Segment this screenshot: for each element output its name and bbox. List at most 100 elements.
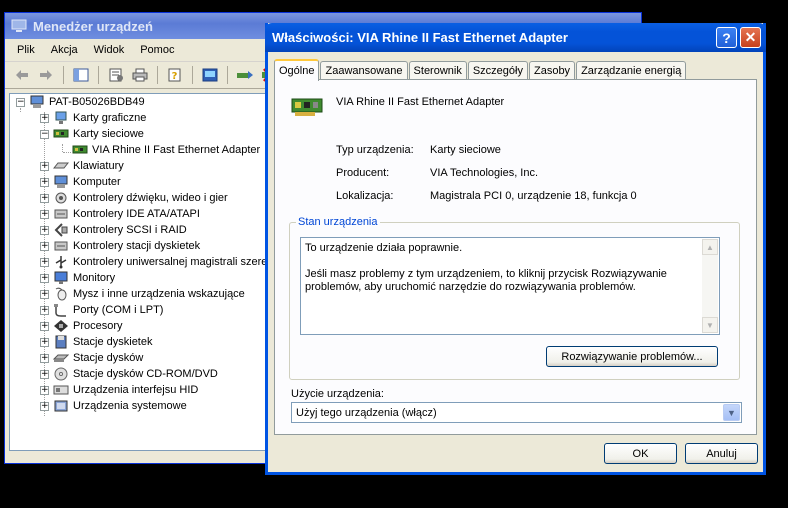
expand-toggle[interactable]: +: [40, 193, 49, 203]
tab-driver[interactable]: Sterownik: [408, 61, 467, 80]
expand-toggle[interactable]: +: [40, 305, 49, 315]
expand-toggle[interactable]: +: [40, 321, 49, 331]
properties-dialog[interactable]: Właściwości: VIA Rhine II Fast Ethernet …: [265, 23, 766, 475]
expand-toggle[interactable]: +: [40, 113, 49, 123]
toolbar-separator: [192, 66, 193, 84]
scan-hardware-button[interactable]: [199, 65, 221, 85]
scroll-up-icon[interactable]: ▲: [702, 239, 718, 255]
show-hide-tree-button[interactable]: [70, 65, 92, 85]
collapse-toggle[interactable]: −: [40, 129, 49, 139]
tree-guide-line: [63, 152, 71, 153]
update-driver-button[interactable]: [234, 65, 256, 85]
tree-item-computer[interactable]: + Komputer: [40, 174, 121, 190]
expand-toggle[interactable]: +: [40, 353, 49, 363]
tree-item-sound-controllers[interactable]: + Kontrolery dźwięku, wideo i gier: [40, 190, 228, 206]
ide-controller-icon: [54, 209, 68, 219]
back-button[interactable]: [11, 65, 33, 85]
tab-advanced[interactable]: Zaawansowane: [320, 61, 408, 80]
device-tree[interactable]: − PAT-B05026BDB49 + Karty graficzne − Ka…: [9, 93, 279, 451]
tree-item-label: Mysz i inne urządzenia wskazujące: [73, 288, 245, 300]
tree-item-system-devices[interactable]: + Urządzenia systemowe: [40, 398, 187, 414]
tree-item-scsi-controllers[interactable]: + Kontrolery SCSI i RAID: [40, 222, 187, 238]
device-type-value: Karty sieciowe: [430, 144, 501, 156]
properties-button[interactable]: [105, 65, 127, 85]
expand-toggle[interactable]: +: [40, 225, 49, 235]
expand-toggle[interactable]: +: [40, 369, 49, 379]
tree-item-display-adapters[interactable]: + Karty graficzne: [40, 110, 146, 126]
print-button[interactable]: [129, 65, 151, 85]
expand-toggle[interactable]: +: [40, 257, 49, 267]
manufacturer-label: Producent:: [336, 167, 390, 179]
tree-item-floppy-controllers[interactable]: + Kontrolery stacji dyskietek: [40, 238, 200, 254]
expand-toggle[interactable]: +: [40, 337, 49, 347]
floppy-icon: [55, 335, 67, 349]
expand-toggle[interactable]: +: [40, 385, 49, 395]
processor-icon: [54, 320, 68, 332]
menu-view[interactable]: Widok: [86, 44, 133, 56]
titlebar-close-button[interactable]: ✕: [740, 27, 761, 48]
cancel-button[interactable]: Anuluj: [685, 443, 758, 464]
location-label: Lokalizacja:: [336, 190, 394, 202]
manufacturer-value: VIA Technologies, Inc.: [430, 167, 539, 179]
device-type-label: Typ urządzenia:: [336, 144, 414, 156]
device-status-textbox[interactable]: To urządzenie działa poprawnie. Jeśli ma…: [300, 237, 720, 335]
titlebar-help-button[interactable]: ?: [716, 27, 737, 48]
tree-item-ports[interactable]: + Porty (COM i LPT): [40, 302, 163, 318]
tree-item-hid-devices[interactable]: + Urządzenia interfejsu HID: [40, 382, 198, 398]
tree-item-usb-controllers[interactable]: + Kontrolery uniwersalnej magistrali sze…: [40, 254, 274, 270]
toolbar-separator: [98, 66, 99, 84]
tree-item-disk-drives[interactable]: + Stacje dysków: [40, 350, 143, 366]
tab-resources[interactable]: Zasoby: [528, 61, 576, 80]
chevron-down-icon[interactable]: ▼: [723, 404, 740, 421]
collapse-toggle[interactable]: −: [16, 97, 25, 107]
scan-hardware-icon: [202, 68, 218, 82]
tree-item-network-adapters[interactable]: − Karty sieciowe: [40, 126, 144, 142]
tab-details[interactable]: Szczegóły: [467, 61, 528, 80]
expand-toggle[interactable]: +: [40, 273, 49, 283]
disk-icon: [53, 354, 69, 362]
tree-item-processors[interactable]: + Procesory: [40, 318, 123, 334]
tab-power-management[interactable]: Zarządzanie energią: [576, 61, 687, 80]
expand-toggle[interactable]: +: [40, 161, 49, 171]
computer-icon: [11, 19, 27, 32]
expand-toggle[interactable]: +: [40, 209, 49, 219]
troubleshoot-button[interactable]: Rozwiązywanie problemów...: [546, 346, 718, 367]
tree-item-via-rhine[interactable]: VIA Rhine II Fast Ethernet Adapter: [72, 142, 260, 158]
system-device-icon: [54, 400, 68, 412]
tree-item-ide-controllers[interactable]: + Kontrolery IDE ATA/ATAPI: [40, 206, 200, 222]
tree-item-floppy-drives[interactable]: + Stacje dyskietek: [40, 334, 152, 350]
tab-general[interactable]: Ogólne: [274, 59, 320, 81]
computer-icon: [54, 175, 68, 188]
help-button[interactable]: ?: [164, 65, 186, 85]
scroll-down-icon[interactable]: ▼: [702, 317, 718, 333]
device-usage-selected: Użyj tego urządzenia (włącz): [296, 406, 437, 419]
toolbar-separator: [157, 66, 158, 84]
tree-item-label: Stacje dysków: [73, 352, 144, 364]
tree-item-label: Procesory: [73, 320, 123, 332]
device-usage-select[interactable]: Użyj tego urządzenia (włącz) ▼: [291, 402, 742, 423]
tree-item-label: Monitory: [73, 272, 116, 284]
dialog-titlebar[interactable]: Właściwości: VIA Rhine II Fast Ethernet …: [265, 23, 766, 52]
toolbar-separator: [63, 66, 64, 84]
tree-root[interactable]: − PAT-B05026BDB49: [16, 94, 145, 110]
expand-toggle[interactable]: +: [40, 177, 49, 187]
tree-item-keyboards[interactable]: + Klawiatury: [40, 158, 124, 174]
tree-item-monitors[interactable]: + Monitory: [40, 270, 115, 286]
status-scrollbar[interactable]: ▲ ▼: [702, 239, 718, 333]
question-mark-icon: ?: [722, 29, 731, 46]
device-name: VIA Rhine II Fast Ethernet Adapter: [336, 96, 505, 108]
mouse-icon: [55, 287, 67, 301]
menu-file[interactable]: Plik: [9, 44, 43, 56]
expand-toggle[interactable]: +: [40, 289, 49, 299]
expand-toggle[interactable]: +: [40, 401, 49, 411]
back-arrow-icon: [16, 70, 28, 80]
expand-toggle[interactable]: +: [40, 241, 49, 251]
forward-button[interactable]: [35, 65, 57, 85]
ok-button[interactable]: OK: [604, 443, 677, 464]
menu-help[interactable]: Pomoc: [132, 44, 182, 56]
close-icon: ✕: [744, 29, 757, 45]
monitor-icon: [54, 271, 68, 284]
tree-item-mice[interactable]: + Mysz i inne urządzenia wskazujące: [40, 286, 245, 302]
menu-action[interactable]: Akcja: [43, 44, 86, 56]
tree-item-cdrom-drives[interactable]: + Stacje dysków CD-ROM/DVD: [40, 366, 218, 382]
